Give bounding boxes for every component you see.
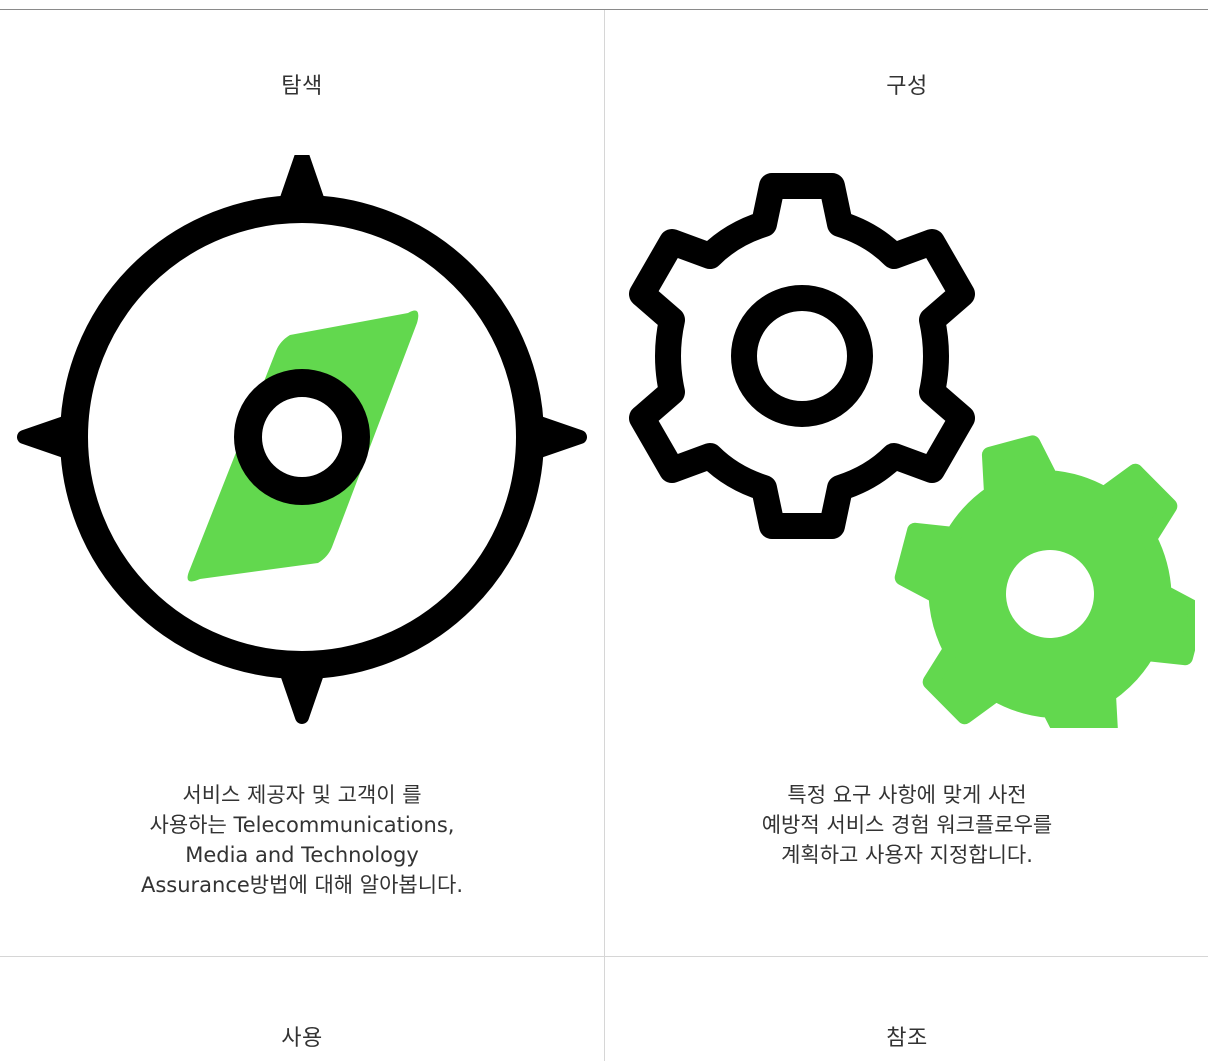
card-title-configure: 구성 bbox=[886, 74, 928, 99]
card-reference[interactable]: 참조 bbox=[605, 957, 1208, 1061]
desc-line: Media and Technology bbox=[185, 843, 419, 867]
desc-line: 서비스 제공자 및 고객이 를 bbox=[182, 783, 422, 807]
compass-hub bbox=[234, 369, 370, 505]
card-grid: 탐색 서비스 제공자 및 고객이 를 사용하는 Telecommunicatio… bbox=[0, 0, 1208, 1061]
gears-icon bbox=[629, 173, 1195, 728]
card-title-explore: 탐색 bbox=[281, 74, 323, 99]
card-explore[interactable]: 탐색 서비스 제공자 및 고객이 를 사용하는 Telecommunicatio… bbox=[0, 10, 604, 956]
card-use[interactable]: 사용 bbox=[0, 957, 604, 1061]
card-configure[interactable]: 구성 특정 요구 사항에 맞게 사전 예방적 서비스 경험 워크플로우를 계획하… bbox=[605, 10, 1208, 956]
card-title-reference: 참조 bbox=[886, 1026, 928, 1051]
card-desc-configure: 특정 요구 사항에 맞게 사전 예방적 서비스 경험 워크플로우를 계획하고 사… bbox=[605, 780, 1208, 870]
desc-line: Assurance방법에 대해 알아봅니다. bbox=[140, 873, 464, 897]
desc-line: 사용하는 Telecommunications, bbox=[149, 813, 455, 837]
card-desc-explore: 서비스 제공자 및 고객이 를 사용하는 Telecommunications,… bbox=[0, 780, 604, 900]
compass-icon bbox=[17, 155, 587, 724]
desc-line: 예방적 서비스 경험 워크플로우를 bbox=[761, 813, 1053, 837]
desc-line: 특정 요구 사항에 맞게 사전 bbox=[787, 783, 1027, 807]
card-title-use: 사용 bbox=[281, 1026, 323, 1051]
desc-line: 계획하고 사용자 지정합니다. bbox=[781, 843, 1033, 867]
large-gear-icon bbox=[629, 173, 975, 539]
